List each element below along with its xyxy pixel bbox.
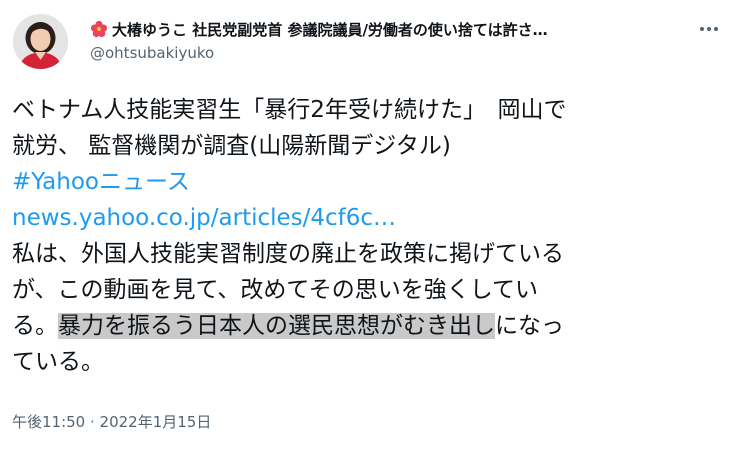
tweet-text-line-highlighted: る。暴力を振るう日本人の選民思想がむき出しになっ xyxy=(12,308,724,344)
more-options-icon[interactable] xyxy=(697,19,721,39)
avatar-photo xyxy=(13,14,68,69)
hashtag-link[interactable]: #Yahooニュース xyxy=(12,164,724,200)
tweet-text-line: 私は、外国人技能実習制度の廃止を政策に掲げている xyxy=(12,241,564,267)
tweet-timestamp[interactable]: 午後11:50 · 2022年1月15日 xyxy=(12,411,211,432)
tweet-card: 大椿ゆうこ 社民党副党首 参議院議員/労働者の使い捨ては許さ… @ohtsuba… xyxy=(0,0,732,466)
hibiscus-flower-icon xyxy=(90,20,108,38)
tweet-text-line: ている。 xyxy=(12,349,104,375)
author-name-row[interactable]: 大椿ゆうこ 社民党副党首 参議院議員/労働者の使い捨ては許さ… xyxy=(90,17,680,41)
tweet-text-segment: る。 xyxy=(12,313,58,339)
article-link[interactable]: news.yahoo.co.jp/articles/4cf6c… xyxy=(12,200,724,236)
tweet-text-line: が、この動画を見て、改めてその思いを強くしてい xyxy=(12,277,539,303)
tweet-text-line: ベトナム人技能実習生「暴行2年受け続けた」 岡山で xyxy=(12,97,567,123)
tweet-text: ベトナム人技能実習生「暴行2年受け続けた」 岡山で 就労、 監督機関が調査(山陽… xyxy=(12,92,724,380)
highlighted-text: 暴力を振るう日本人の選民思想がむき出し xyxy=(58,313,495,339)
author-handle[interactable]: @ohtsubakiyuko xyxy=(90,44,214,62)
tweet-text-line: 就労、 監督機関が調査(山陽新聞デジタル) xyxy=(12,133,451,159)
tweet-text-segment: になっ xyxy=(495,313,564,339)
avatar[interactable] xyxy=(13,14,68,69)
author-display-name[interactable]: 大椿ゆうこ 社民党副党首 参議院議員/労働者の使い捨ては許さ… xyxy=(112,19,548,40)
